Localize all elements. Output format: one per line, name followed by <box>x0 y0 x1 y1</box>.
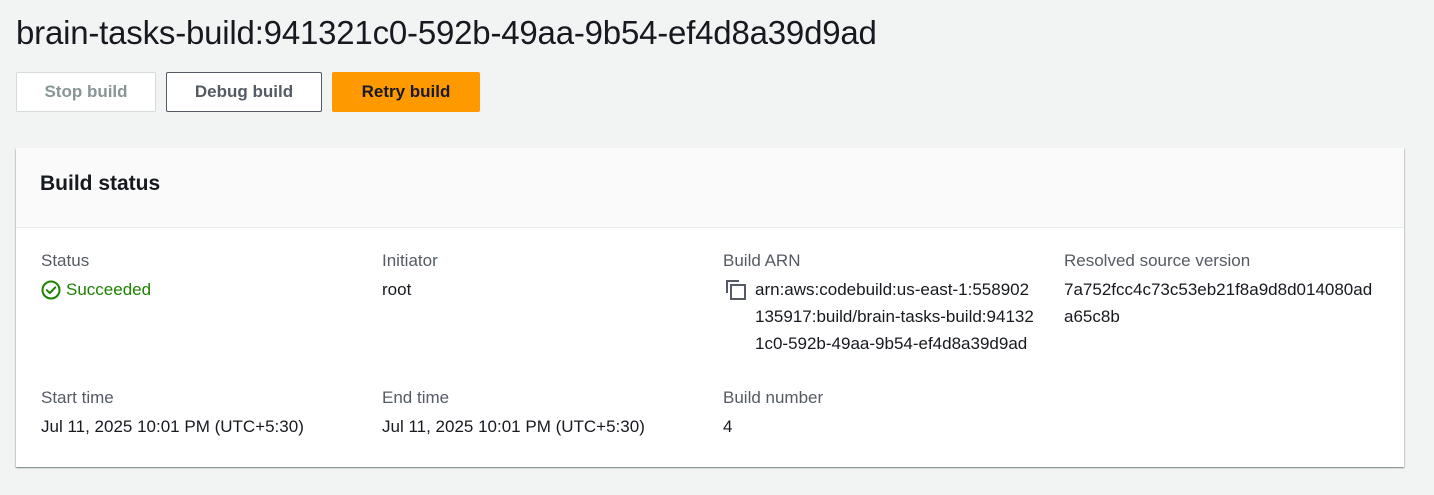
build-number-field: Build number 4 <box>723 386 1043 440</box>
start-time-field: Start time Jul 11, 2025 10:01 PM (UTC+5:… <box>41 386 361 440</box>
retry-build-button[interactable]: Retry build <box>332 72 480 112</box>
initiator-label: Initiator <box>382 251 438 270</box>
page-title: brain-tasks-build:941321c0-592b-49aa-9b5… <box>16 14 877 51</box>
status-value: Succeeded <box>41 276 361 303</box>
start-time-value: Jul 11, 2025 10:01 PM (UTC+5:30) <box>41 417 304 436</box>
debug-build-button[interactable]: Debug build <box>166 72 322 112</box>
initiator-field: Initiator root <box>382 249 702 303</box>
resolved-source-version-label: Resolved source version <box>1064 251 1251 270</box>
resolved-source-version-value: 7a752fcc4c73c53eb21f8a9d8d014080ada65c8b <box>1064 280 1373 326</box>
build-status-panel: Build status Status Succeeded Initiator … <box>16 148 1404 467</box>
copy-icon[interactable] <box>725 279 747 301</box>
status-label: Status <box>41 251 90 270</box>
end-time-field: End time Jul 11, 2025 10:01 PM (UTC+5:30… <box>382 386 702 440</box>
build-arn-label: Build ARN <box>723 251 801 270</box>
initiator-value: root <box>382 280 412 299</box>
build-number-label: Build number <box>723 388 824 407</box>
status-field: Status Succeeded <box>41 249 361 303</box>
end-time-label: End time <box>382 388 450 407</box>
build-arn-value: arn:aws:codebuild:us-east-1:558902135917… <box>723 276 1043 357</box>
status-text: Succeeded <box>66 280 152 299</box>
build-actions-toolbar: Stop build Debug build Retry build <box>16 72 480 112</box>
check-circle-icon <box>41 280 61 300</box>
start-time-label: Start time <box>41 388 114 407</box>
build-arn-text: arn:aws:codebuild:us-east-1:558902135917… <box>755 280 1034 353</box>
end-time-value: Jul 11, 2025 10:01 PM (UTC+5:30) <box>382 417 645 436</box>
build-arn-field: Build ARN arn:aws:codebuild:us-east-1:55… <box>723 249 1043 357</box>
stop-build-button[interactable]: Stop build <box>16 72 156 112</box>
build-number-value: 4 <box>723 417 733 436</box>
build-status-header: Build status <box>16 148 1404 228</box>
build-status-title: Build status <box>40 172 161 195</box>
resolved-source-version-field: Resolved source version 7a752fcc4c73c53e… <box>1064 249 1384 330</box>
